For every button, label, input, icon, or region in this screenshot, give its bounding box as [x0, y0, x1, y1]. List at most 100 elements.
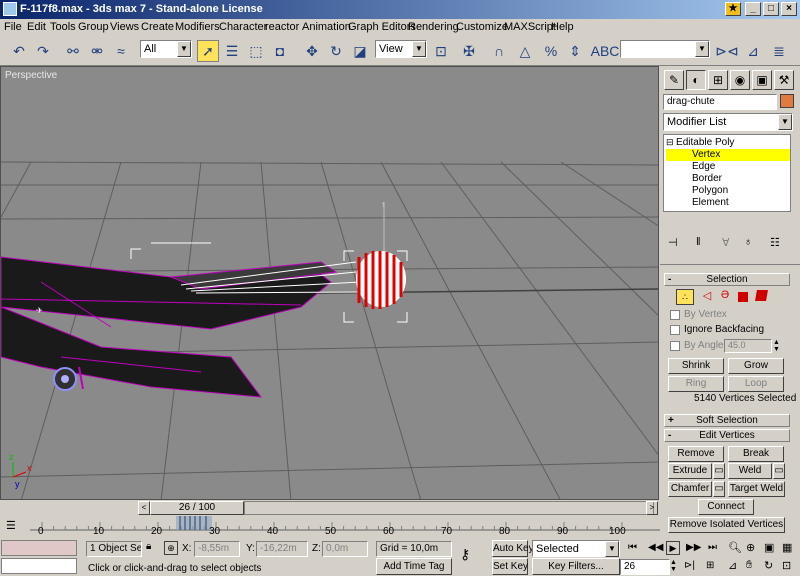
stack-item-editable-poly[interactable]: ⊟ Editable Poly — [666, 137, 790, 149]
spinner-snap-icon[interactable]: ⇕ — [564, 40, 586, 62]
menu-character[interactable]: Character — [219, 21, 267, 33]
set-key-button[interactable]: Set Key — [492, 558, 528, 575]
prev-frame-icon[interactable]: < — [138, 501, 150, 515]
display-tab-icon[interactable]: ▣ — [752, 70, 772, 90]
menu-tools[interactable]: Tools — [50, 21, 76, 33]
prev-frame-icon[interactable]: ◀◀ — [648, 542, 663, 553]
grow-button[interactable]: Grow — [728, 358, 784, 374]
play-icon[interactable]: ▶ — [666, 541, 680, 555]
edge-mode-icon[interactable]: ◁ — [698, 289, 716, 305]
remove-button[interactable]: Remove — [668, 446, 724, 462]
absolute-mode-icon[interactable]: ⊕ — [164, 541, 178, 555]
chamfer-settings-icon[interactable]: ▭ — [713, 481, 725, 497]
motion-tab-icon[interactable]: ◉ — [730, 70, 750, 90]
menu-group[interactable]: Group — [78, 21, 109, 33]
weld-button[interactable]: Weld — [728, 463, 772, 479]
zoom-icon[interactable]: 🔍︎ — [728, 541, 742, 554]
show-end-result-icon[interactable]: ‖ — [696, 236, 701, 248]
auto-key-button[interactable]: Auto Key — [492, 540, 534, 557]
connect-button[interactable]: Connect — [698, 499, 754, 515]
maximize-viewport-icon[interactable]: ⊡ — [782, 559, 791, 572]
menu-rendering[interactable]: Rendering — [408, 21, 459, 33]
menu-maxscript[interactable]: MAXScript — [504, 21, 556, 33]
zoom-extents-all-icon[interactable]: ▦ — [782, 541, 792, 554]
scale-icon[interactable]: ◪ — [349, 40, 371, 62]
window-crossing-icon[interactable]: ◘ — [269, 40, 291, 62]
modify-tab-icon[interactable]: ◐ — [686, 70, 706, 90]
object-name-input[interactable]: drag-chute — [663, 94, 777, 110]
spinner-arrows-icon[interactable]: ▲ ▼ — [773, 339, 781, 353]
shrink-button[interactable]: Shrink — [668, 358, 724, 374]
remove-modifier-icon[interactable]: ♁ — [744, 236, 752, 248]
stack-item-edge[interactable]: Edge — [666, 161, 790, 173]
minimize-button[interactable]: _ — [745, 2, 761, 16]
angle-snap-icon[interactable]: △ — [514, 40, 536, 62]
pan-icon[interactable]: ✋︎ — [746, 559, 752, 572]
angle-spinner[interactable]: 45.0 — [724, 339, 772, 353]
align-icon[interactable]: ⊿ — [742, 40, 764, 62]
lock-icon[interactable]: 🔒︎ — [146, 541, 151, 552]
field-of-view-icon[interactable]: ⊿ — [728, 559, 737, 572]
configure-modifier-sets-icon[interactable]: ☷ — [770, 236, 780, 249]
percent-snap-icon[interactable]: % — [540, 40, 562, 62]
object-color-swatch[interactable] — [780, 94, 794, 108]
target-weld-button[interactable]: Target Weld — [728, 481, 785, 497]
time-slider-track[interactable] — [244, 501, 654, 515]
perspective-viewport[interactable]: Perspective ✈ ↑ z x y — [0, 66, 659, 500]
maxscript-input[interactable] — [1, 558, 77, 574]
rect-selection-icon[interactable]: ⬚ — [245, 40, 267, 62]
maximize-button[interactable]: □ — [763, 2, 779, 16]
extrude-settings-icon[interactable]: ▭ — [713, 463, 725, 479]
maxscript-listener-mini[interactable] — [1, 540, 77, 556]
layer-manager-icon[interactable]: ≣ — [768, 40, 790, 62]
select-link-icon[interactable]: ⚯ — [62, 40, 84, 62]
create-tab-icon[interactable]: ✎ — [664, 70, 684, 90]
select-manipulate-icon[interactable]: ✠ — [458, 40, 480, 62]
goto-end-icon[interactable]: ⏭ — [708, 542, 717, 553]
selection-filter-dropdown[interactable]: All ▼ — [140, 40, 192, 58]
stack-item-vertex[interactable]: Vertex — [666, 149, 790, 161]
extrude-button[interactable]: Extrude — [668, 463, 712, 479]
menu-file[interactable]: File — [4, 21, 22, 33]
zoom-extents-icon[interactable]: ▣ — [764, 541, 774, 554]
undo-icon[interactable]: ↶ — [8, 40, 30, 62]
track-bar[interactable]: ☰ 0 10 20 30 40 50 60 70 80 90 100 — [0, 516, 660, 538]
soft-selection-rollout-header[interactable]: + Soft Selection — [664, 414, 790, 427]
break-button[interactable]: Break — [728, 446, 784, 462]
remove-isolated-vertices-button[interactable]: Remove Isolated Vertices — [668, 517, 785, 533]
snaps-toggle-icon[interactable]: ∩ — [488, 40, 510, 62]
key-icon[interactable]: ⚷ — [460, 546, 470, 563]
edit-named-selections-icon[interactable]: ABC — [591, 40, 620, 62]
named-selection-dropdown[interactable]: ▼ — [620, 40, 710, 58]
zoom-all-icon[interactable]: ⊕ — [746, 541, 755, 554]
by-vertex-checkbox[interactable] — [670, 310, 680, 320]
hierarchy-tab-icon[interactable]: ⊞ — [708, 70, 728, 90]
menu-help[interactable]: Help — [551, 21, 574, 33]
menu-graph-editors[interactable]: Graph Editors — [348, 21, 416, 33]
redo-icon[interactable]: ↷ — [32, 40, 54, 62]
time-config-icon[interactable]: ⊞ — [706, 560, 714, 571]
menu-customize[interactable]: Customize — [456, 21, 508, 33]
z-coordinate[interactable]: 0,0m — [322, 541, 368, 557]
polygon-mode-icon[interactable] — [738, 292, 748, 302]
current-frame-input[interactable]: 26 — [620, 559, 670, 575]
next-frame-icon[interactable]: ▶▶ — [686, 542, 701, 553]
mirror-icon[interactable]: ⊳⊲ — [715, 40, 738, 62]
x-coordinate[interactable]: -8,55m — [194, 541, 240, 557]
close-button[interactable]: × — [781, 2, 797, 16]
key-mode-dropdown[interactable]: Selected ▼ — [532, 540, 620, 557]
selection-rollout-header[interactable]: - Selection — [664, 273, 790, 286]
pivot-center-icon[interactable]: ⊡ — [430, 40, 452, 62]
curve-editor-icon[interactable]: ☰ — [6, 519, 16, 532]
menu-modifiers[interactable]: Modifiers — [175, 21, 220, 33]
key-filters-button[interactable]: Key Filters... — [532, 558, 620, 575]
modifier-list-dropdown[interactable]: Modifier List ▼ — [663, 113, 793, 131]
menu-create[interactable]: Create — [141, 21, 174, 33]
add-time-tag-button[interactable]: Add Time Tag — [376, 558, 452, 575]
menu-reactor[interactable]: reactor — [265, 21, 299, 33]
arc-rotate-icon[interactable]: ↻ — [764, 559, 773, 572]
menu-edit[interactable]: Edit — [27, 21, 46, 33]
ignore-backfacing-checkbox[interactable] — [670, 325, 680, 335]
vertex-mode-icon[interactable]: ∴ — [676, 289, 694, 305]
chamfer-button[interactable]: Chamfer — [668, 481, 712, 497]
